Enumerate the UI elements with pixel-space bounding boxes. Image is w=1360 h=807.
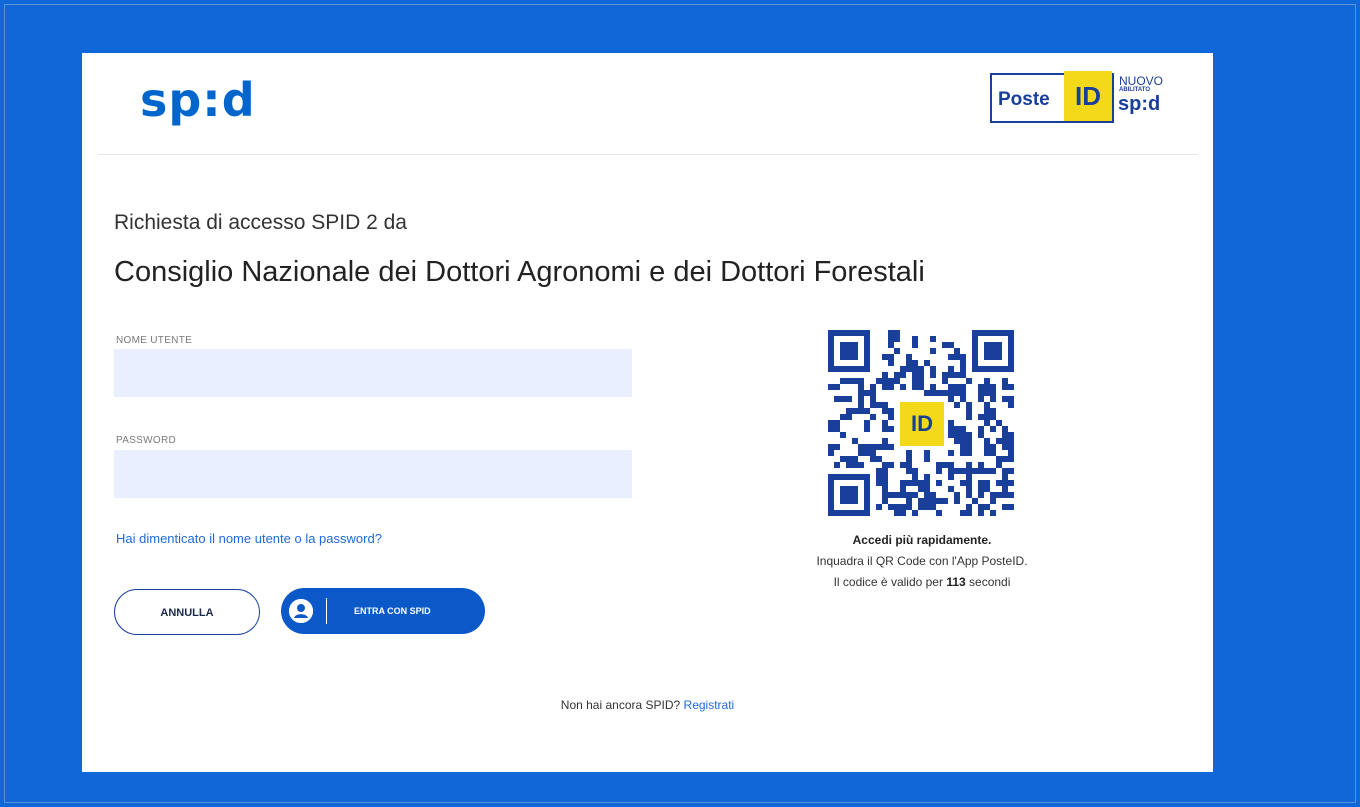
enter-with-spid-button[interactable]: ENTRA CON SPID	[281, 588, 485, 634]
qr-validity-seconds: 113	[946, 575, 966, 589]
qr-instructions: Accedi più rapidamente. Inquadra il QR C…	[742, 530, 1102, 593]
register-link[interactable]: Registrati	[684, 698, 735, 712]
password-input[interactable]	[114, 450, 632, 498]
spid-logo: sp:d	[140, 73, 256, 127]
organization-title: Consiglio Nazionale dei Dottori Agronomi…	[114, 256, 925, 288]
username-label: NOME UTENTE	[116, 335, 193, 346]
qr-title: Accedi più rapidamente.	[852, 533, 992, 547]
badge-nuovo: NUOVO	[1119, 74, 1164, 88]
enter-with-spid-label: ENTRA CON SPID	[354, 606, 431, 616]
posteid-yellow-box: ID	[1064, 71, 1112, 121]
qr-code: ID	[828, 330, 1014, 516]
request-label: Richiesta di accesso SPID 2 da	[114, 211, 407, 234]
posteid-badge: Poste ID NUOVO ABILITATO sp:d	[990, 71, 1176, 127]
username-input[interactable]	[114, 349, 632, 397]
qr-center-badge: ID	[900, 402, 944, 446]
badge-spid-logo: sp:d	[1118, 93, 1161, 115]
poste-word: Poste	[998, 89, 1050, 110]
qr-validity-prefix: Il codice è valido per	[833, 575, 943, 589]
register-line: Non hai ancora SPID? Registrati	[82, 698, 1213, 712]
login-card: sp:d Poste ID NUOVO ABILITATO sp:d Richi…	[82, 53, 1213, 772]
button-divider	[326, 598, 327, 624]
register-question: Non hai ancora SPID?	[560, 698, 681, 712]
qr-validity-suffix: secondi	[969, 575, 1011, 589]
qr-validity: Il codice è valido per 113 secondi	[742, 572, 1102, 593]
header: sp:d Poste ID NUOVO ABILITATO sp:d	[98, 53, 1198, 155]
password-label: PASSWORD	[116, 435, 176, 446]
user-circle-icon	[289, 599, 313, 623]
cancel-button[interactable]: ANNULLA	[114, 589, 260, 635]
forgot-credentials-link[interactable]: Hai dimenticato il nome utente o la pass…	[116, 531, 382, 546]
qr-instruction: Inquadra il QR Code con l'App PosteID.	[816, 554, 1028, 568]
